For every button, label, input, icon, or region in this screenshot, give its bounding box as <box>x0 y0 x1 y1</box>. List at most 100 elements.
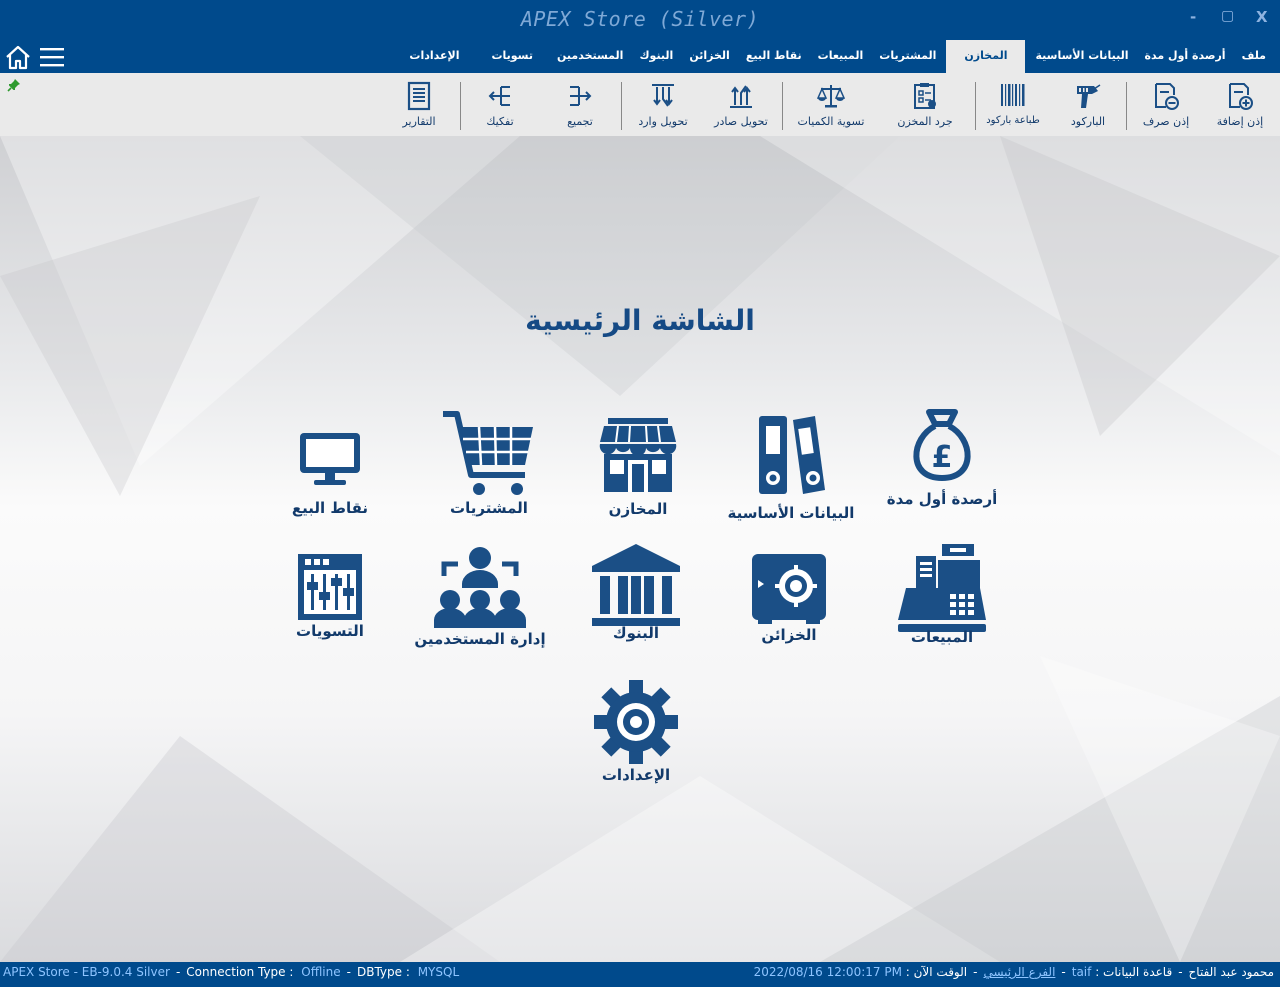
maximize-button[interactable]: ▢ <box>1221 8 1234 24</box>
pin-icon[interactable] <box>7 78 21 92</box>
inventory-button[interactable]: جرد المخزن <box>892 81 958 135</box>
minimize-button[interactable]: - <box>1190 8 1196 26</box>
tile-opening-balances[interactable]: £ أرصدة أول مدة <box>867 408 1017 508</box>
reports-label: التقارير <box>402 115 436 128</box>
add-permit-button[interactable]: إذن إضافة <box>1208 81 1272 135</box>
tile-adjustments[interactable]: التسويات <box>255 552 405 640</box>
barcode-button[interactable]: الباركود <box>1058 81 1118 135</box>
current-user: محمود عبد الفتاح <box>1188 965 1274 979</box>
hamburger-menu-icon[interactable] <box>39 45 65 69</box>
tab-pos[interactable]: نقاط البيع <box>738 40 810 73</box>
transfer-out-button[interactable]: تحويل صادر <box>706 81 776 135</box>
tile-user-management[interactable]: إدارة المستخدمين <box>405 544 555 648</box>
status-bar: APEX Store - EB-9.0.4 Silver - Connection … <box>0 962 1280 987</box>
tab-users[interactable]: المستخدمين <box>549 40 631 73</box>
ribbon-separator <box>1126 82 1127 130</box>
tile-purchases-label: المشتريات <box>450 499 528 517</box>
transfer-out-label: تحويل صادر <box>714 115 768 128</box>
ribbon-toolbar: إذن إضافة إذن صرف الباركود طباعة باركود … <box>0 73 1280 136</box>
tile-user-management-label: إدارة المستخدمين <box>414 630 546 648</box>
barcode-scanner-icon <box>1077 84 1101 108</box>
time-value: 2022/08/16 12:00:17 PM <box>753 965 902 979</box>
branch-link[interactable]: الفرع الرئيسي <box>983 965 1055 979</box>
cash-register-icon <box>898 544 986 632</box>
reports-button[interactable]: التقارير <box>394 81 444 135</box>
close-button[interactable]: X <box>1256 8 1268 26</box>
issue-permit-label: إذن صرف <box>1142 115 1190 128</box>
safe-icon <box>752 554 826 624</box>
tile-pos-label: نقاط البيع <box>291 499 369 517</box>
print-barcode-label: طباعة باركود <box>986 115 1040 126</box>
transfer-in-label: تحويل وارد <box>638 115 688 128</box>
inventory-label: جرد المخزن <box>897 115 953 128</box>
tab-opening-balances[interactable]: أرصدة أول مدة <box>1137 40 1234 73</box>
ribbon-separator <box>460 82 461 130</box>
store-icon <box>599 418 677 492</box>
home-icon[interactable] <box>5 44 31 70</box>
monitor-icon <box>300 433 360 485</box>
main-dashboard: الشاشة الرئيسية £ أرصدة أول مدة البيانات… <box>0 136 1280 962</box>
app-version: APEX Store - EB-9.0.4 Silver <box>3 965 170 979</box>
qty-adjust-button[interactable]: تسوية الكميات <box>790 81 872 135</box>
tile-safes[interactable]: الخزائن <box>714 552 864 644</box>
ribbon-separator <box>782 82 783 130</box>
money-bag-icon: £ <box>913 409 971 482</box>
tile-opening-balances-label: أرصدة أول مدة <box>886 490 998 508</box>
qty-adjust-label: تسوية الكميات <box>797 115 865 128</box>
assemble-button[interactable]: تجميع <box>554 81 606 135</box>
tile-settings[interactable]: الإعدادات <box>561 678 711 784</box>
tab-banks[interactable]: البنوك <box>631 40 681 73</box>
menu-bar: ملف أرصدة أول مدة البيانات الأساسية المخ… <box>0 40 1280 73</box>
tab-purchases[interactable]: المشتريات <box>871 40 944 73</box>
add-permit-label: إذن إضافة <box>1216 115 1264 128</box>
menu-tabs: ملف أرصدة أول مدة البيانات الأساسية المخ… <box>393 40 1274 73</box>
tile-pos[interactable]: نقاط البيع <box>255 431 405 517</box>
tile-sales[interactable]: المبيعات <box>867 542 1017 646</box>
tab-basic-data[interactable]: البيانات الأساسية <box>1027 40 1136 73</box>
transfer-in-button[interactable]: تحويل وارد <box>630 81 696 135</box>
report-icon <box>407 81 431 111</box>
tab-sales[interactable]: المبيعات <box>810 40 872 73</box>
scale-icon <box>817 85 845 108</box>
binders-icon <box>759 416 825 494</box>
page-title: الشاشة الرئيسية <box>525 304 755 337</box>
title-bar: APEX Store (Silver) - ▢ X <box>0 0 1280 40</box>
tab-adjustments[interactable]: تسويات <box>475 40 549 73</box>
tile-purchases[interactable]: المشتريات <box>414 409 564 517</box>
db-type-label: DBType : <box>356 965 410 979</box>
tile-settings-label: الإعدادات <box>601 766 671 784</box>
connection-type-value: Offline <box>301 965 341 979</box>
disassemble-button[interactable]: تفكيك <box>474 81 526 135</box>
print-barcode-button[interactable]: طباعة باركود <box>982 81 1044 135</box>
add-doc-icon <box>1229 83 1253 110</box>
tab-stores[interactable]: المخازن <box>946 40 1026 73</box>
tile-basic-data-label: البيانات الأساسية <box>727 504 855 522</box>
barcode-icon <box>1001 84 1025 106</box>
tile-sales-label: المبيعات <box>910 628 974 646</box>
tile-safes-label: الخزائن <box>761 626 817 644</box>
transfer-in-icon <box>652 84 674 107</box>
svg-text:£: £ <box>932 440 953 475</box>
assemble-label: تجميع <box>567 115 593 128</box>
disassemble-icon <box>488 86 510 106</box>
issue-permit-button[interactable]: إذن صرف <box>1134 81 1198 135</box>
bank-icon <box>592 544 680 626</box>
tab-file[interactable]: ملف <box>1234 40 1274 73</box>
tile-stores-label: المخازن <box>608 500 668 518</box>
ribbon-separator <box>621 82 622 130</box>
disassemble-label: تفكيك <box>486 115 514 128</box>
gear-icon <box>594 680 678 764</box>
tile-banks[interactable]: البنوك <box>561 542 711 642</box>
tile-stores[interactable]: المخازن <box>563 418 713 518</box>
clipboard-icon <box>914 83 936 109</box>
cart-icon <box>443 411 533 495</box>
status-right: محمود عبد الفتاح-قاعدة البيانات : taif-ا… <box>753 965 1274 979</box>
connection-type-label: Connection Type : <box>186 965 294 979</box>
sliders-icon <box>298 554 362 620</box>
tile-basic-data[interactable]: البيانات الأساسية <box>716 414 866 522</box>
transfer-out-icon <box>730 85 752 108</box>
minus-doc-icon <box>1155 83 1179 110</box>
tab-settings[interactable]: الإعدادات <box>393 40 475 73</box>
tile-banks-label: البنوك <box>612 624 660 642</box>
tab-safes[interactable]: الخزائن <box>681 40 737 73</box>
